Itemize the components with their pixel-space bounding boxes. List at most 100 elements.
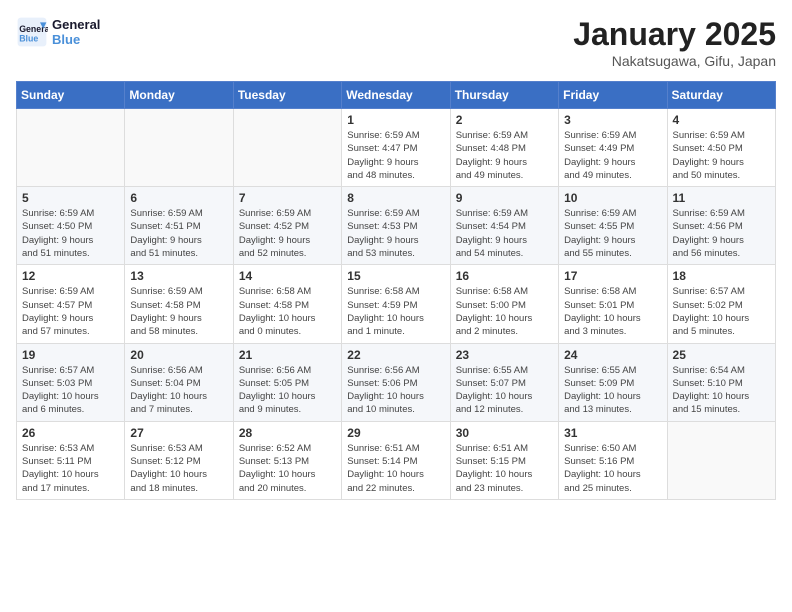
calendar-day: 29 Sunrise: 6:51 AM Sunset: 5:14 PM Dayli… [342, 421, 450, 499]
calendar-day: 25 Sunrise: 6:54 AM Sunset: 5:10 PM Dayli… [667, 343, 775, 421]
day-info: Sunrise: 6:51 AM Sunset: 5:14 PM Dayligh… [347, 442, 444, 495]
calendar-week-3: 12 Sunrise: 6:59 AM Sunset: 4:57 PM Dayli… [17, 265, 776, 343]
calendar-table: SundayMondayTuesdayWednesdayThursdayFrid… [16, 81, 776, 500]
day-number: 4 [673, 113, 770, 127]
day-info: Sunrise: 6:53 AM Sunset: 5:12 PM Dayligh… [130, 442, 227, 495]
calendar-day: 4 Sunrise: 6:59 AM Sunset: 4:50 PM Daylig… [667, 109, 775, 187]
day-info: Sunrise: 6:59 AM Sunset: 4:57 PM Dayligh… [22, 285, 119, 338]
calendar-day: 31 Sunrise: 6:50 AM Sunset: 5:16 PM Dayli… [559, 421, 667, 499]
calendar-week-2: 5Sunrise: 6:59 AM Sunset: 4:50 PM Daylig… [17, 187, 776, 265]
day-info: Sunrise: 6:56 AM Sunset: 5:05 PM Dayligh… [239, 364, 336, 417]
day-number: 13 [130, 269, 227, 283]
day-info: Sunrise: 6:58 AM Sunset: 4:58 PM Dayligh… [239, 285, 336, 338]
calendar-day: 22Sunrise: 6:56 AM Sunset: 5:06 PM Dayli… [342, 343, 450, 421]
day-info: Sunrise: 6:54 AM Sunset: 5:10 PM Dayligh… [673, 364, 770, 417]
day-info: Sunrise: 6:59 AM Sunset: 4:54 PM Dayligh… [456, 207, 553, 260]
weekday-header-tuesday: Tuesday [233, 82, 341, 109]
calendar-day: 23 Sunrise: 6:55 AM Sunset: 5:07 PM Dayli… [450, 343, 558, 421]
calendar-day: 10 Sunrise: 6:59 AM Sunset: 4:55 PM Dayli… [559, 187, 667, 265]
day-number: 10 [564, 191, 661, 205]
day-info: Sunrise: 6:55 AM Sunset: 5:07 PM Dayligh… [456, 364, 553, 417]
calendar-day: 26Sunrise: 6:53 AM Sunset: 5:11 PM Dayli… [17, 421, 125, 499]
day-info: Sunrise: 6:59 AM Sunset: 4:58 PM Dayligh… [130, 285, 227, 338]
day-number: 27 [130, 426, 227, 440]
month-title: January 2025 [573, 16, 776, 53]
calendar-day: 27 Sunrise: 6:53 AM Sunset: 5:12 PM Dayli… [125, 421, 233, 499]
title-block: January 2025 Nakatsugawa, Gifu, Japan [573, 16, 776, 69]
day-info: Sunrise: 6:55 AM Sunset: 5:09 PM Dayligh… [564, 364, 661, 417]
day-info: Sunrise: 6:53 AM Sunset: 5:11 PM Dayligh… [22, 442, 119, 495]
page-header: General Blue General Blue January 2025 N… [16, 16, 776, 69]
calendar-day [17, 109, 125, 187]
day-number: 5 [22, 191, 119, 205]
day-number: 18 [673, 269, 770, 283]
calendar-day [233, 109, 341, 187]
calendar-day: 12 Sunrise: 6:59 AM Sunset: 4:57 PM Dayli… [17, 265, 125, 343]
day-info: Sunrise: 6:50 AM Sunset: 5:16 PM Dayligh… [564, 442, 661, 495]
day-number: 17 [564, 269, 661, 283]
calendar-day: 7Sunrise: 6:59 AM Sunset: 4:52 PM Daylig… [233, 187, 341, 265]
calendar-week-1: 1 Sunrise: 6:59 AM Sunset: 4:47 PM Daylig… [17, 109, 776, 187]
day-number: 21 [239, 348, 336, 362]
logo: General Blue General Blue [16, 16, 100, 48]
calendar-day: 9Sunrise: 6:59 AM Sunset: 4:54 PM Daylig… [450, 187, 558, 265]
day-info: Sunrise: 6:51 AM Sunset: 5:15 PM Dayligh… [456, 442, 553, 495]
day-number: 11 [673, 191, 770, 205]
calendar-day: 19Sunrise: 6:57 AM Sunset: 5:03 PM Dayli… [17, 343, 125, 421]
svg-text:Blue: Blue [19, 34, 38, 44]
day-info: Sunrise: 6:57 AM Sunset: 5:02 PM Dayligh… [673, 285, 770, 338]
day-info: Sunrise: 6:57 AM Sunset: 5:03 PM Dayligh… [22, 364, 119, 417]
day-number: 29 [347, 426, 444, 440]
day-number: 12 [22, 269, 119, 283]
weekday-header-sunday: Sunday [17, 82, 125, 109]
weekday-header-row: SundayMondayTuesdayWednesdayThursdayFrid… [17, 82, 776, 109]
day-info: Sunrise: 6:59 AM Sunset: 4:49 PM Dayligh… [564, 129, 661, 182]
day-number: 6 [130, 191, 227, 205]
weekday-header-wednesday: Wednesday [342, 82, 450, 109]
weekday-header-thursday: Thursday [450, 82, 558, 109]
day-info: Sunrise: 6:59 AM Sunset: 4:50 PM Dayligh… [673, 129, 770, 182]
day-info: Sunrise: 6:52 AM Sunset: 5:13 PM Dayligh… [239, 442, 336, 495]
day-info: Sunrise: 6:59 AM Sunset: 4:53 PM Dayligh… [347, 207, 444, 260]
calendar-day [667, 421, 775, 499]
day-number: 2 [456, 113, 553, 127]
day-number: 7 [239, 191, 336, 205]
day-info: Sunrise: 6:59 AM Sunset: 4:51 PM Dayligh… [130, 207, 227, 260]
calendar-day: 16Sunrise: 6:58 AM Sunset: 5:00 PM Dayli… [450, 265, 558, 343]
day-number: 1 [347, 113, 444, 127]
calendar-day: 5Sunrise: 6:59 AM Sunset: 4:50 PM Daylig… [17, 187, 125, 265]
day-info: Sunrise: 6:59 AM Sunset: 4:56 PM Dayligh… [673, 207, 770, 260]
logo-text-blue: Blue [52, 32, 100, 47]
calendar-day: 21 Sunrise: 6:56 AM Sunset: 5:05 PM Dayli… [233, 343, 341, 421]
calendar-day: 6 Sunrise: 6:59 AM Sunset: 4:51 PM Daylig… [125, 187, 233, 265]
day-number: 16 [456, 269, 553, 283]
calendar-day: 11 Sunrise: 6:59 AM Sunset: 4:56 PM Dayli… [667, 187, 775, 265]
day-number: 23 [456, 348, 553, 362]
day-info: Sunrise: 6:59 AM Sunset: 4:55 PM Dayligh… [564, 207, 661, 260]
day-info: Sunrise: 6:58 AM Sunset: 4:59 PM Dayligh… [347, 285, 444, 338]
day-info: Sunrise: 6:59 AM Sunset: 4:48 PM Dayligh… [456, 129, 553, 182]
logo-icon: General Blue [16, 16, 48, 48]
calendar-day: 17 Sunrise: 6:58 AM Sunset: 5:01 PM Dayli… [559, 265, 667, 343]
calendar-week-5: 26Sunrise: 6:53 AM Sunset: 5:11 PM Dayli… [17, 421, 776, 499]
day-number: 31 [564, 426, 661, 440]
day-info: Sunrise: 6:56 AM Sunset: 5:06 PM Dayligh… [347, 364, 444, 417]
calendar-day: 2 Sunrise: 6:59 AM Sunset: 4:48 PM Daylig… [450, 109, 558, 187]
day-info: Sunrise: 6:59 AM Sunset: 4:47 PM Dayligh… [347, 129, 444, 182]
calendar-week-4: 19Sunrise: 6:57 AM Sunset: 5:03 PM Dayli… [17, 343, 776, 421]
calendar-day: 20Sunrise: 6:56 AM Sunset: 5:04 PM Dayli… [125, 343, 233, 421]
location: Nakatsugawa, Gifu, Japan [573, 53, 776, 69]
day-number: 28 [239, 426, 336, 440]
day-number: 3 [564, 113, 661, 127]
calendar-day: 8 Sunrise: 6:59 AM Sunset: 4:53 PM Daylig… [342, 187, 450, 265]
calendar-day: 3 Sunrise: 6:59 AM Sunset: 4:49 PM Daylig… [559, 109, 667, 187]
day-number: 25 [673, 348, 770, 362]
calendar-day: 18 Sunrise: 6:57 AM Sunset: 5:02 PM Dayli… [667, 265, 775, 343]
day-number: 30 [456, 426, 553, 440]
logo-text-general: General [52, 17, 100, 32]
day-number: 8 [347, 191, 444, 205]
calendar-day: 24Sunrise: 6:55 AM Sunset: 5:09 PM Dayli… [559, 343, 667, 421]
calendar-day: 13 Sunrise: 6:59 AM Sunset: 4:58 PM Dayli… [125, 265, 233, 343]
day-info: Sunrise: 6:58 AM Sunset: 5:01 PM Dayligh… [564, 285, 661, 338]
weekday-header-monday: Monday [125, 82, 233, 109]
